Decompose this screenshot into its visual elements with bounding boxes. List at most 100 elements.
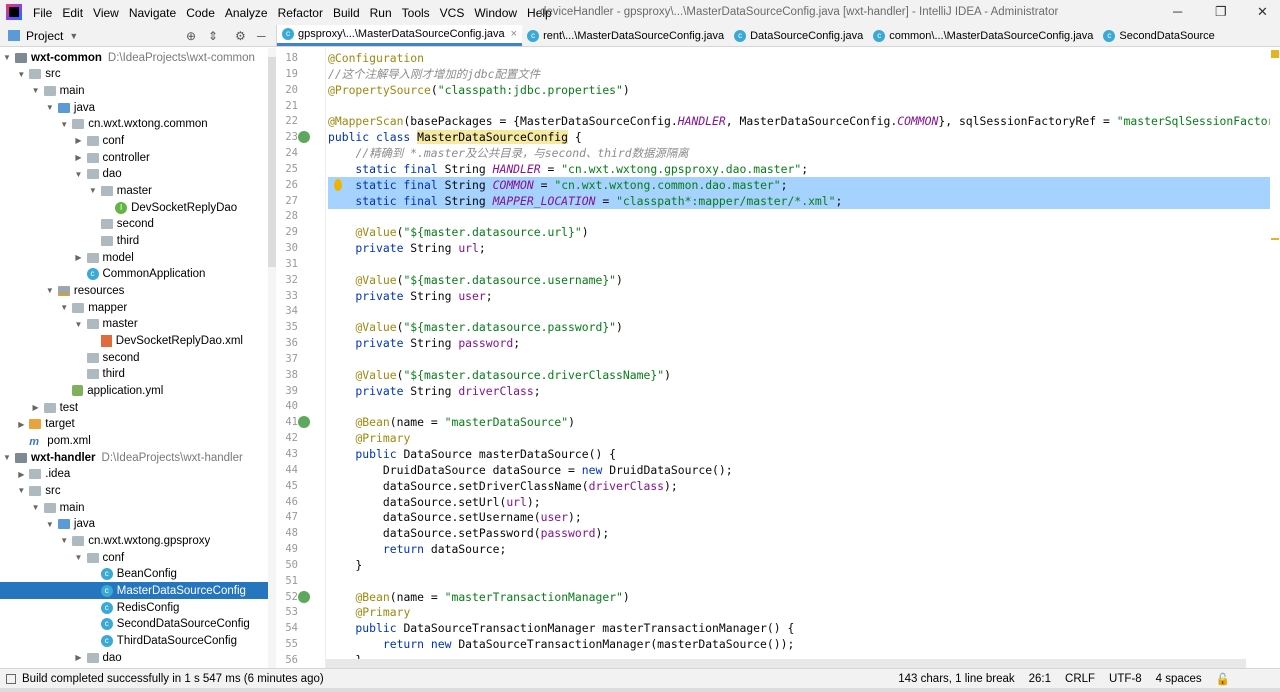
tab-1[interactable]: c rent\...\MasterDataSourceConfig.java: [522, 25, 729, 46]
menu-view[interactable]: View: [88, 6, 124, 20]
chevron-down-icon[interactable]: ▼: [45, 103, 55, 112]
chevron-right-icon[interactable]: ▶: [74, 653, 84, 662]
tree-item[interactable]: ▶ model: [0, 249, 268, 266]
tree-item[interactable]: ▼ master: [0, 182, 268, 199]
chevron-down-icon[interactable]: ▼: [74, 320, 84, 329]
tree-item[interactable]: ▶ controller: [0, 149, 268, 166]
tree-item[interactable]: ▼ wxt-common D:\IdeaProjects\wxt-common: [0, 49, 268, 66]
tree-item[interactable]: c BeanConfig: [0, 566, 268, 583]
locate-icon[interactable]: ⊕: [186, 29, 196, 43]
chevron-down-icon[interactable]: ▼: [2, 453, 12, 462]
chevron-right-icon[interactable]: ▶: [16, 420, 26, 429]
tree-item[interactable]: ▼ dao: [0, 166, 268, 183]
tree-item[interactable]: ▼ src: [0, 482, 268, 499]
chevron-down-icon[interactable]: ▼: [59, 536, 69, 545]
tree-item[interactable]: second: [0, 349, 268, 366]
menu-analyze[interactable]: Analyze: [220, 6, 273, 20]
tree-item[interactable]: m pom.xml: [0, 432, 268, 449]
chevron-right-icon[interactable]: ▶: [74, 136, 84, 145]
lock-icon[interactable]: 🔓: [1216, 672, 1230, 686]
file-encoding[interactable]: UTF-8: [1109, 673, 1142, 685]
chevron-down-icon[interactable]: ▼: [59, 303, 69, 312]
chevron-down-icon[interactable]: ▼: [31, 86, 41, 95]
tree-item[interactable]: ▼ wxt-handler D:\IdeaProjects\wxt-handler: [0, 449, 268, 466]
menu-vcs[interactable]: VCS: [435, 6, 470, 20]
maximize-button[interactable]: ❐: [1215, 4, 1227, 20]
chevron-down-icon[interactable]: ▼: [16, 486, 26, 495]
menu-file[interactable]: File: [28, 6, 57, 20]
tree-item[interactable]: ▼ cn.wxt.wxtong.gpsproxy: [0, 532, 268, 549]
chevron-right-icon[interactable]: ▶: [74, 253, 84, 262]
chevron-down-icon[interactable]: ▼: [59, 120, 69, 129]
tree-item[interactable]: ▼ resources: [0, 282, 268, 299]
tree-item[interactable]: ▼ main: [0, 499, 268, 516]
project-view-selector[interactable]: Project: [26, 29, 63, 43]
menu-window[interactable]: Window: [469, 6, 522, 20]
tree-item[interactable]: ▼ main: [0, 82, 268, 99]
tree-item[interactable]: ▶ dao: [0, 649, 268, 666]
chevron-right-icon[interactable]: ▶: [74, 153, 84, 162]
chevron-down-icon[interactable]: ▼: [31, 503, 41, 512]
horizontal-scrollbar[interactable]: [326, 659, 1246, 668]
menu-run[interactable]: Run: [365, 6, 397, 20]
tree-item[interactable]: ▼ mapper: [0, 299, 268, 316]
toggle-tool-windows-icon[interactable]: [6, 673, 16, 684]
tree-scrollbar[interactable]: [268, 48, 276, 668]
bean-icon[interactable]: [298, 590, 310, 603]
tree-item[interactable]: c MasterDataSourceConfig: [0, 582, 268, 600]
tree-item[interactable]: second: [0, 216, 268, 233]
tree-item[interactable]: I DevSocketReplyDao: [0, 199, 268, 216]
chevron-down-icon[interactable]: ▼: [45, 286, 55, 295]
tab-3[interactable]: c common\...\MasterDataSourceConfig.java: [868, 25, 1098, 46]
chevron-right-icon[interactable]: ▶: [16, 470, 26, 479]
hide-panel-icon[interactable]: ─: [257, 29, 266, 43]
menu-build[interactable]: Build: [328, 6, 365, 20]
menu-refactor[interactable]: Refactor: [273, 6, 328, 20]
menu-tools[interactable]: Tools: [397, 6, 435, 20]
chevron-down-icon[interactable]: ▼: [69, 31, 78, 41]
highlight-marker[interactable]: [1271, 238, 1279, 240]
tree-item[interactable]: ▶ target: [0, 416, 268, 433]
chevron-down-icon[interactable]: ▼: [16, 70, 26, 79]
chevron-down-icon[interactable]: ▼: [2, 53, 12, 62]
tree-item[interactable]: ▼ java: [0, 516, 268, 533]
close-icon[interactable]: ×: [511, 28, 517, 40]
tree-item[interactable]: ▼ master: [0, 316, 268, 333]
tree-item[interactable]: ▼ src: [0, 66, 268, 83]
warning-marker[interactable]: [1271, 50, 1279, 58]
tree-item[interactable]: c SecondDataSourceConfig: [0, 616, 268, 633]
tree-item[interactable]: c CommonApplication: [0, 266, 268, 283]
tab-4[interactable]: c SecondDataSource: [1098, 25, 1219, 46]
indent-setting[interactable]: 4 spaces: [1156, 673, 1202, 685]
tab-2[interactable]: c DataSourceConfig.java: [729, 25, 868, 46]
tree-item[interactable]: application.yml: [0, 382, 268, 399]
bean-class-icon[interactable]: [298, 131, 310, 144]
tree-item[interactable]: c ThirdDataSourceConfig: [0, 632, 268, 649]
minimize-button[interactable]: ─: [1173, 4, 1182, 19]
vertical-scrollbar[interactable]: [1270, 48, 1280, 668]
tree-item[interactable]: DevSocketReplyDao.xml: [0, 332, 268, 349]
line-separator[interactable]: CRLF: [1065, 673, 1095, 685]
tree-item[interactable]: ▼ cn.wxt.wxtong.common: [0, 116, 268, 133]
chevron-down-icon[interactable]: ▼: [45, 520, 55, 529]
tree-item[interactable]: third: [0, 366, 268, 383]
chevron-down-icon[interactable]: ▼: [88, 186, 98, 195]
collapse-all-icon[interactable]: ⇕: [208, 29, 218, 43]
tree-item[interactable]: c RedisConfig: [0, 599, 268, 616]
tree-item[interactable]: ▶ test: [0, 399, 268, 416]
bean-icon[interactable]: [298, 416, 310, 429]
tree-item[interactable]: ▶ conf: [0, 132, 268, 149]
tree-item[interactable]: third: [0, 232, 268, 249]
caret-position[interactable]: 26:1: [1029, 673, 1051, 685]
tab-0[interactable]: c gpsproxy\...\MasterDataSourceConfig.jav…: [277, 25, 523, 46]
menu-navigate[interactable]: Navigate: [124, 6, 181, 20]
menu-edit[interactable]: Edit: [57, 6, 88, 20]
tree-item[interactable]: ▶ .idea: [0, 466, 268, 483]
chevron-right-icon[interactable]: ▶: [31, 403, 41, 412]
lightbulb-icon[interactable]: [334, 178, 342, 191]
gear-icon[interactable]: ⚙: [235, 29, 246, 43]
code-editor[interactable]: @Configuration//这个注解导入刚才增加的jdbc配置文件 @Prop…: [326, 48, 1280, 667]
chevron-down-icon[interactable]: ▼: [74, 553, 84, 562]
chevron-down-icon[interactable]: ▼: [74, 170, 84, 179]
tree-item[interactable]: ▼ conf: [0, 549, 268, 566]
